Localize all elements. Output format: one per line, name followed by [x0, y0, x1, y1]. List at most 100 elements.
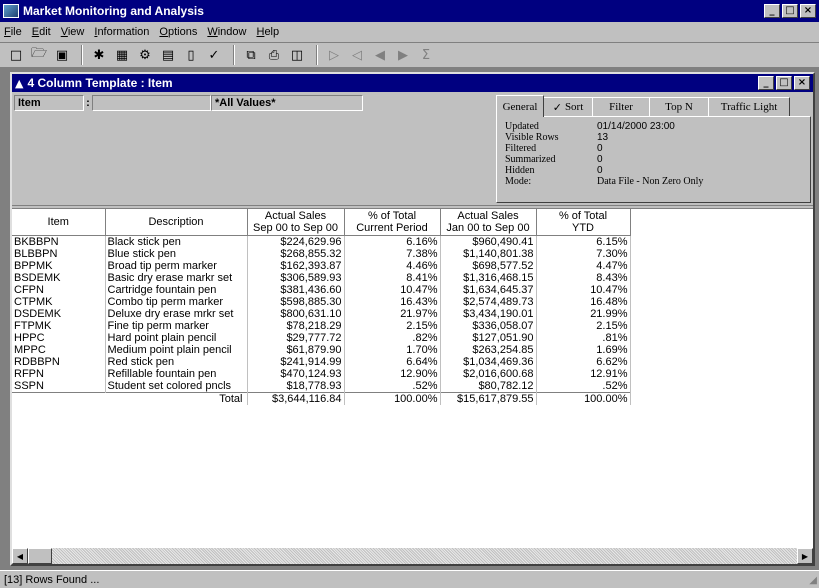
scroll-thumb[interactable] [28, 548, 52, 564]
cell-actual-sales-period: $61,879.90 [247, 344, 345, 356]
menu-edit[interactable]: Edit [32, 26, 51, 38]
tab-general[interactable]: General [496, 95, 544, 117]
table-row[interactable]: DSDEMK Deluxe dry erase mrkr set $800,631.… [12, 308, 631, 320]
table-row[interactable]: BKBBPN Black stick pen $224,629.96 6.16% $96… [12, 235, 631, 248]
tab-top-n[interactable]: Top N [649, 97, 709, 117]
cell-item: SSPN [12, 380, 106, 393]
horizontal-scrollbar[interactable]: ◀ ▶ [12, 548, 813, 564]
save-icon[interactable]: ▣ [52, 45, 72, 65]
table-header-row: Item Description Actual Sales Sep 00 to S… [12, 209, 631, 236]
table-row[interactable]: RDBBPN Red stick pen $241,914.99 6.64% $1,03… [12, 356, 631, 368]
menu-view[interactable]: View [61, 26, 85, 38]
cell-pct-current: 6.64% [344, 356, 441, 368]
filter-all-values[interactable]: *All Values* [211, 95, 363, 111]
table-row[interactable]: BPPMK Broad tip perm marker $162,393.87 4.4… [12, 260, 631, 272]
child-minimize-button[interactable]: _ [758, 76, 774, 90]
header-item[interactable]: Item [12, 209, 106, 236]
hidden-value: 0 [597, 165, 603, 176]
prev-icon[interactable]: ◀ [370, 45, 390, 65]
cell-actual-sales-period: $800,631.10 [247, 308, 345, 320]
print-icon[interactable]: ⎙ [264, 45, 284, 65]
cell-actual-sales-period: $29,777.72 [247, 332, 345, 344]
toolbar-separator [316, 45, 318, 65]
cell-description: Deluxe dry erase mrkr set [105, 308, 248, 320]
cell-item: DSDEMK [12, 308, 106, 320]
header-actual-sales-ytd[interactable]: Actual Sales Jan 00 to Sep 00 [440, 209, 537, 236]
cell-description: Broad tip perm marker [105, 260, 248, 272]
header-pct-current[interactable]: % of Total Current Period [344, 209, 441, 236]
total-label: Total [12, 392, 248, 405]
header-pct-ytd[interactable]: % of Total YTD [536, 209, 631, 236]
first-icon[interactable]: ◁ [347, 45, 367, 65]
report-title: 4 Column Template : Item [27, 76, 173, 90]
copy-icon[interactable]: ⧉ [241, 45, 261, 65]
check-icon[interactable]: ✓ [204, 45, 224, 65]
menu-window[interactable]: Window [207, 26, 246, 38]
cell-pct-ytd: 7.30% [536, 248, 631, 260]
resize-grip-icon[interactable]: ◢ [809, 575, 817, 586]
cell-pct-ytd: 16.48% [536, 296, 631, 308]
toolbar-separator [81, 45, 83, 65]
cell-pct-ytd: 10.47% [536, 284, 631, 296]
cell-actual-sales-ytd: $1,634,645.37 [440, 284, 537, 296]
cell-actual-sales-period: $78,218.29 [247, 320, 345, 332]
cell-item: BSDEMK [12, 272, 106, 284]
filtered-label: Filtered [505, 143, 537, 154]
open-icon[interactable]: 🗁 [29, 45, 49, 65]
header-description[interactable]: Description [105, 209, 248, 236]
play-icon[interactable]: ▷ [324, 45, 344, 65]
table-row[interactable]: CTPMK Combo tip perm marker $598,885.30 16.… [12, 296, 631, 308]
chart-icon[interactable]: ▯ [181, 45, 201, 65]
close-button[interactable]: × [800, 4, 816, 18]
cell-pct-current: .82% [344, 332, 441, 344]
tab-sort[interactable]: ✓ Sort [543, 97, 593, 117]
cell-pct-current: 4.46% [344, 260, 441, 272]
tab-filter[interactable]: Filter [592, 97, 650, 117]
cell-actual-sales-ytd: $80,782.12 [440, 380, 537, 393]
cell-actual-sales-ytd: $127,051.90 [440, 332, 537, 344]
total-actual-sales-ytd: $15,617,879.55 [440, 392, 537, 405]
maximize-button[interactable]: □ [782, 4, 798, 18]
export-icon[interactable]: ◫ [287, 45, 307, 65]
db-icon[interactable]: ⚙ [135, 45, 155, 65]
table-row[interactable]: MPPC Medium point plain pencil $61,879.90 1… [12, 344, 631, 356]
app-title: Market Monitoring and Analysis [23, 4, 204, 18]
table-row[interactable]: RFPN Refillable fountain pen $470,124.93 12… [12, 368, 631, 380]
menu-options[interactable]: Options [159, 26, 197, 38]
total-row[interactable]: Total $3,644,116.84 100.00% $15,617,879.55 1… [12, 392, 631, 405]
cell-actual-sales-period: $18,778.93 [247, 380, 345, 393]
menu-information[interactable]: Information [94, 26, 149, 38]
minimize-button[interactable]: _ [764, 4, 780, 18]
child-maximize-button[interactable]: □ [776, 76, 792, 90]
total-pct-current: 100.00% [344, 392, 441, 405]
table-row[interactable]: FTPMK Fine tip perm marker $78,218.29 2.15%… [12, 320, 631, 332]
data-grid[interactable]: Item Description Actual Sales Sep 00 to S… [12, 208, 813, 548]
cell-actual-sales-ytd: $960,490.41 [440, 235, 537, 248]
tab-traffic-light[interactable]: Traffic Light [708, 97, 790, 117]
new-icon[interactable]: □ [6, 45, 26, 65]
scroll-right-icon[interactable]: ▶ [797, 548, 813, 564]
header-actual-sales-period[interactable]: Actual Sales Sep 00 to Sep 00 [247, 209, 345, 236]
menu-help[interactable]: Help [256, 26, 279, 38]
table-row[interactable]: HPPC Hard point plain pencil $29,777.72.82… [12, 332, 631, 344]
hierarchy-icon[interactable]: ▦ [112, 45, 132, 65]
menu-file[interactable]: File [4, 26, 22, 38]
table-row[interactable]: BSDEMK Basic dry erase markr set $306,589.… [12, 272, 631, 284]
table-icon[interactable]: ▤ [158, 45, 178, 65]
table-row[interactable]: CFPN Cartridge fountain pen $381,436.60 10.… [12, 284, 631, 296]
table-row[interactable]: SSPN Student set colored pncls $18,778.93.… [12, 380, 631, 393]
cell-actual-sales-period: $241,914.99 [247, 356, 345, 368]
updated-label: Updated [505, 121, 539, 132]
sum-icon[interactable]: Σ [416, 45, 436, 65]
child-close-button[interactable]: × [794, 76, 810, 90]
runner-icon[interactable]: ✱ [89, 45, 109, 65]
table-row[interactable]: BLBBPN Blue stick pen $268,855.32 7.38% $1,1… [12, 248, 631, 260]
cell-description: Medium point plain pencil [105, 344, 248, 356]
cell-item: RFPN [12, 368, 106, 380]
scroll-left-icon[interactable]: ◀ [12, 548, 28, 564]
next-icon[interactable]: ▶ [393, 45, 413, 65]
cell-actual-sales-ytd: $2,016,600.68 [440, 368, 537, 380]
cell-actual-sales-period: $470,124.93 [247, 368, 345, 380]
filter-value-field[interactable] [92, 95, 211, 111]
info-body: Updated 01/14/2000 23:00 Visible Rows 13 F… [496, 116, 811, 203]
